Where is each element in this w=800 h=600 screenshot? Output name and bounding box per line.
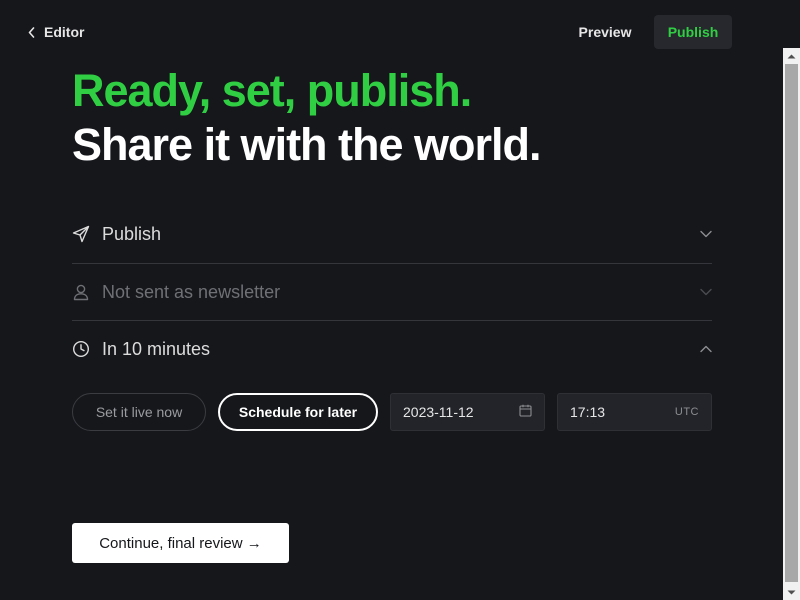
person-icon bbox=[72, 283, 90, 301]
calendar-icon bbox=[519, 404, 532, 420]
newsletter-label: Not sent as newsletter bbox=[102, 281, 281, 302]
timezone-label: UTC bbox=[674, 406, 699, 418]
publish-time-input[interactable]: 17:13 UTC bbox=[557, 393, 712, 431]
schedule-for-later-button[interactable]: Schedule for later bbox=[218, 393, 378, 431]
publish-type-label: Publish bbox=[102, 223, 162, 244]
back-link-label: Editor bbox=[44, 24, 85, 40]
headline-primary: Ready, set, publish. bbox=[72, 65, 472, 116]
newsletter-setting[interactable]: Not sent as newsletter bbox=[72, 264, 712, 320]
preview-button[interactable]: Preview bbox=[566, 15, 644, 49]
set-live-now-button[interactable]: Set it live now bbox=[72, 393, 206, 431]
scrollbar[interactable] bbox=[783, 48, 800, 600]
publish-date-input[interactable]: 2023-11-12 bbox=[390, 393, 545, 431]
scroll-up-arrow-icon[interactable] bbox=[783, 48, 800, 64]
scrollbar-thumb[interactable] bbox=[785, 64, 798, 582]
send-icon bbox=[72, 225, 90, 243]
chevron-down-icon bbox=[700, 286, 712, 298]
publish-date-value: 2023-11-12 bbox=[403, 404, 474, 420]
continue-final-review-button[interactable]: Continue, final review → bbox=[72, 523, 289, 563]
clock-icon bbox=[72, 340, 90, 358]
publish-page: Editor Preview Publish Ready, set, publi… bbox=[0, 0, 800, 600]
scroll-down-arrow-icon[interactable] bbox=[783, 584, 800, 600]
publish-time-value: 17:13 bbox=[570, 404, 606, 420]
headline-secondary: Share it with the world. bbox=[72, 119, 542, 170]
publish-type-setting[interactable]: Publish bbox=[72, 206, 712, 262]
schedule-label: In 10 minutes bbox=[102, 338, 211, 359]
chevron-left-icon bbox=[28, 26, 35, 38]
publish-button[interactable]: Publish bbox=[654, 15, 732, 49]
schedule-setting[interactable]: In 10 minutes bbox=[72, 321, 712, 377]
chevron-down-icon bbox=[700, 228, 712, 240]
chevron-up-icon bbox=[700, 343, 712, 355]
back-to-editor-link[interactable]: Editor bbox=[28, 22, 84, 42]
